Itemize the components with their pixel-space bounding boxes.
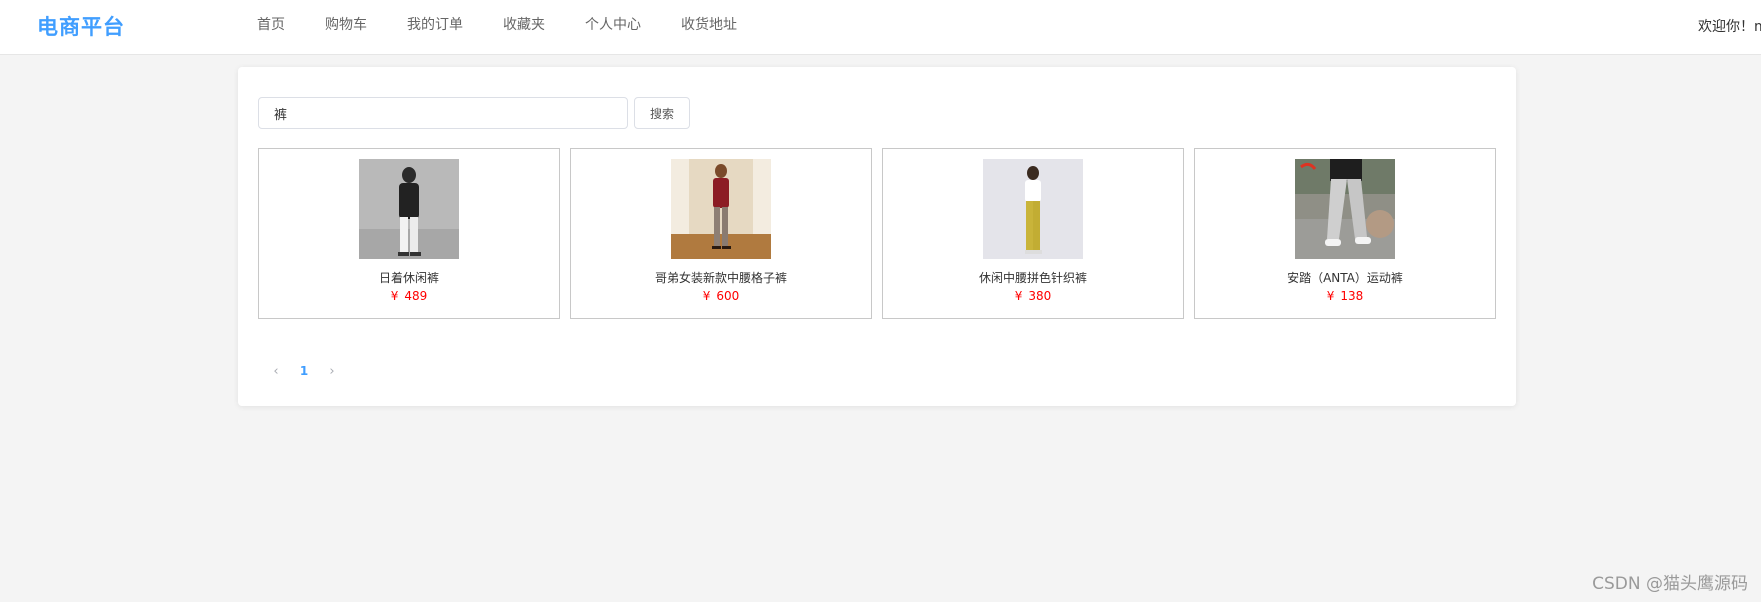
product-name[interactable]: 休闲中腰拼色针织裤 <box>883 269 1183 286</box>
nav-item-home[interactable]: 首页 <box>257 0 285 55</box>
chevron-right-icon[interactable]: › <box>318 364 346 379</box>
nav-item-favorites[interactable]: 收藏夹 <box>503 0 545 55</box>
search-button[interactable]: 搜索 <box>634 97 690 129</box>
main-nav: 首页 购物车 我的订单 收藏夹 个人中心 收货地址 <box>257 0 777 55</box>
product-image[interactable] <box>1295 159 1395 259</box>
watermark: CSDN @猫头鹰源码 <box>1592 574 1748 594</box>
chevron-left-icon[interactable]: ‹ <box>262 364 290 379</box>
product-price: ¥138 <box>1326 289 1364 303</box>
product-price: ¥600 <box>702 289 740 303</box>
product-card[interactable]: 安踏（ANTA）运动裤 ¥138 <box>1194 148 1496 319</box>
product-image[interactable] <box>671 159 771 259</box>
product-name[interactable]: 安踏（ANTA）运动裤 <box>1195 269 1495 286</box>
nav-item-cart[interactable]: 购物车 <box>325 0 367 55</box>
product-name[interactable]: 日着休闲裤 <box>259 269 559 286</box>
product-grid: 日着休闲裤 ¥489 哥弟女装新款中腰格子裤 ¥600 休闲中腰拼色针织裤 ¥ … <box>258 148 1496 319</box>
nav-item-orders[interactable]: 我的订单 <box>407 0 463 55</box>
product-image[interactable] <box>359 159 459 259</box>
nav-item-address[interactable]: 收货地址 <box>681 0 737 55</box>
product-card[interactable]: 哥弟女装新款中腰格子裤 ¥600 <box>570 148 872 319</box>
product-price: ¥489 <box>390 289 428 303</box>
welcome-user[interactable]: 欢迎你！m <box>1698 16 1761 36</box>
top-navbar: 电商平台 首页 购物车 我的订单 收藏夹 个人中心 收货地址 欢迎你！m <box>0 0 1761 55</box>
pagination: ‹ 1 › <box>262 361 346 381</box>
product-name[interactable]: 哥弟女装新款中腰格子裤 <box>571 269 871 286</box>
nav-item-profile[interactable]: 个人中心 <box>585 0 641 55</box>
page-number-current[interactable]: 1 <box>290 364 318 378</box>
site-logo[interactable]: 电商平台 <box>37 11 125 41</box>
product-card[interactable]: 休闲中腰拼色针织裤 ¥380 <box>882 148 1184 319</box>
search-results-card: 搜索 日着休闲裤 ¥489 <box>238 67 1516 406</box>
product-price: ¥380 <box>1014 289 1052 303</box>
product-card[interactable]: 日着休闲裤 ¥489 <box>258 148 560 319</box>
product-image[interactable] <box>983 159 1083 259</box>
search-input[interactable] <box>258 97 628 129</box>
